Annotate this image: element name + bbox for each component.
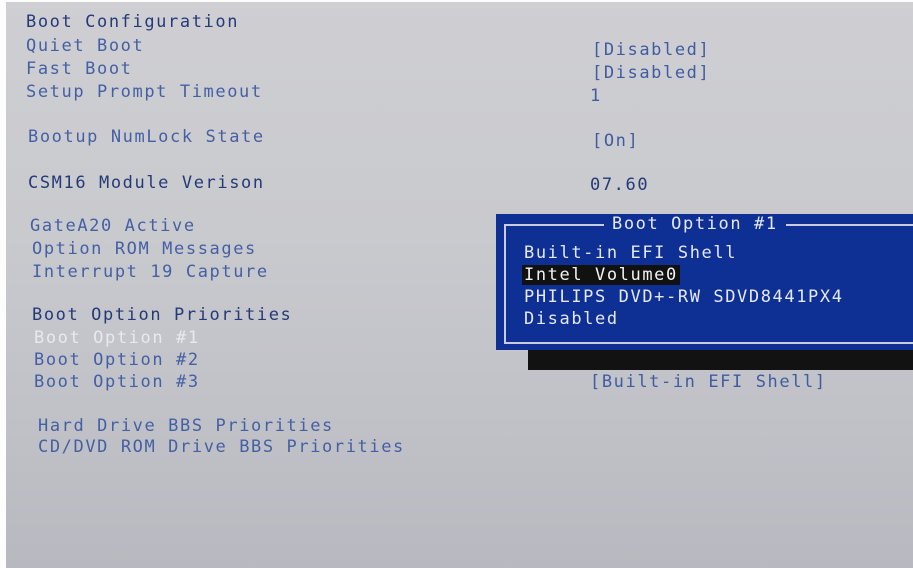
info-value-csm16: 07.60 xyxy=(590,175,650,195)
boot-option-1[interactable]: Boot Option #1 xyxy=(34,328,200,348)
setting-value-setup-prompt-timeout[interactable]: 1 xyxy=(590,86,602,106)
popup-shadow xyxy=(528,350,913,370)
popup-option-efi-shell[interactable]: Built-in EFI Shell xyxy=(524,243,737,263)
popup-option-intel-volume[interactable]: Intel Volume0 xyxy=(522,265,680,285)
setting-label-numlock[interactable]: Bootup NumLock State xyxy=(28,127,265,147)
popup-option-disabled[interactable]: Disabled xyxy=(524,309,619,329)
info-label-csm16: CSM16 Module Verison xyxy=(28,173,265,193)
setting-label-fast-boot[interactable]: Fast Boot xyxy=(26,59,133,79)
setting-label-quiet-boot[interactable]: Quiet Boot xyxy=(26,36,144,56)
boot-option-2[interactable]: Boot Option #2 xyxy=(34,350,200,370)
boot-option-popup[interactable]: Boot Option #1 Built-in EFI Shell Intel … xyxy=(496,214,913,350)
setting-label-interrupt-19[interactable]: Interrupt 19 Capture xyxy=(32,262,269,282)
popup-title: Boot Option #1 xyxy=(604,214,786,234)
page-title: Boot Configuration xyxy=(26,12,240,32)
cdrom-bbs-priorities-link[interactable]: CD/DVD ROM Drive BBS Priorities xyxy=(38,437,405,457)
boot-option-3[interactable]: Boot Option #3 xyxy=(34,372,200,392)
setting-value-quiet-boot[interactable]: [Disabled] xyxy=(592,40,710,60)
popup-option-dvd-drive[interactable]: PHILIPS DVD+-RW SDVD8441PX4 xyxy=(524,287,844,307)
setting-label-setup-prompt-timeout[interactable]: Setup Prompt Timeout xyxy=(26,82,263,102)
setting-value-fast-boot[interactable]: [Disabled] xyxy=(592,63,710,83)
hdd-bbs-priorities-link[interactable]: Hard Drive BBS Priorities xyxy=(38,416,334,436)
setting-value-numlock[interactable]: [On] xyxy=(592,131,639,151)
setting-label-gatea20[interactable]: GateA20 Active xyxy=(30,216,196,236)
boot-option-3-value[interactable]: [Built-in EFI Shell] xyxy=(590,372,827,392)
bios-screen: Boot Configuration Quiet Boot [Disabled]… xyxy=(6,2,913,568)
boot-priorities-heading: Boot Option Priorities xyxy=(32,305,293,325)
setting-label-option-rom[interactable]: Option ROM Messages xyxy=(32,239,257,259)
